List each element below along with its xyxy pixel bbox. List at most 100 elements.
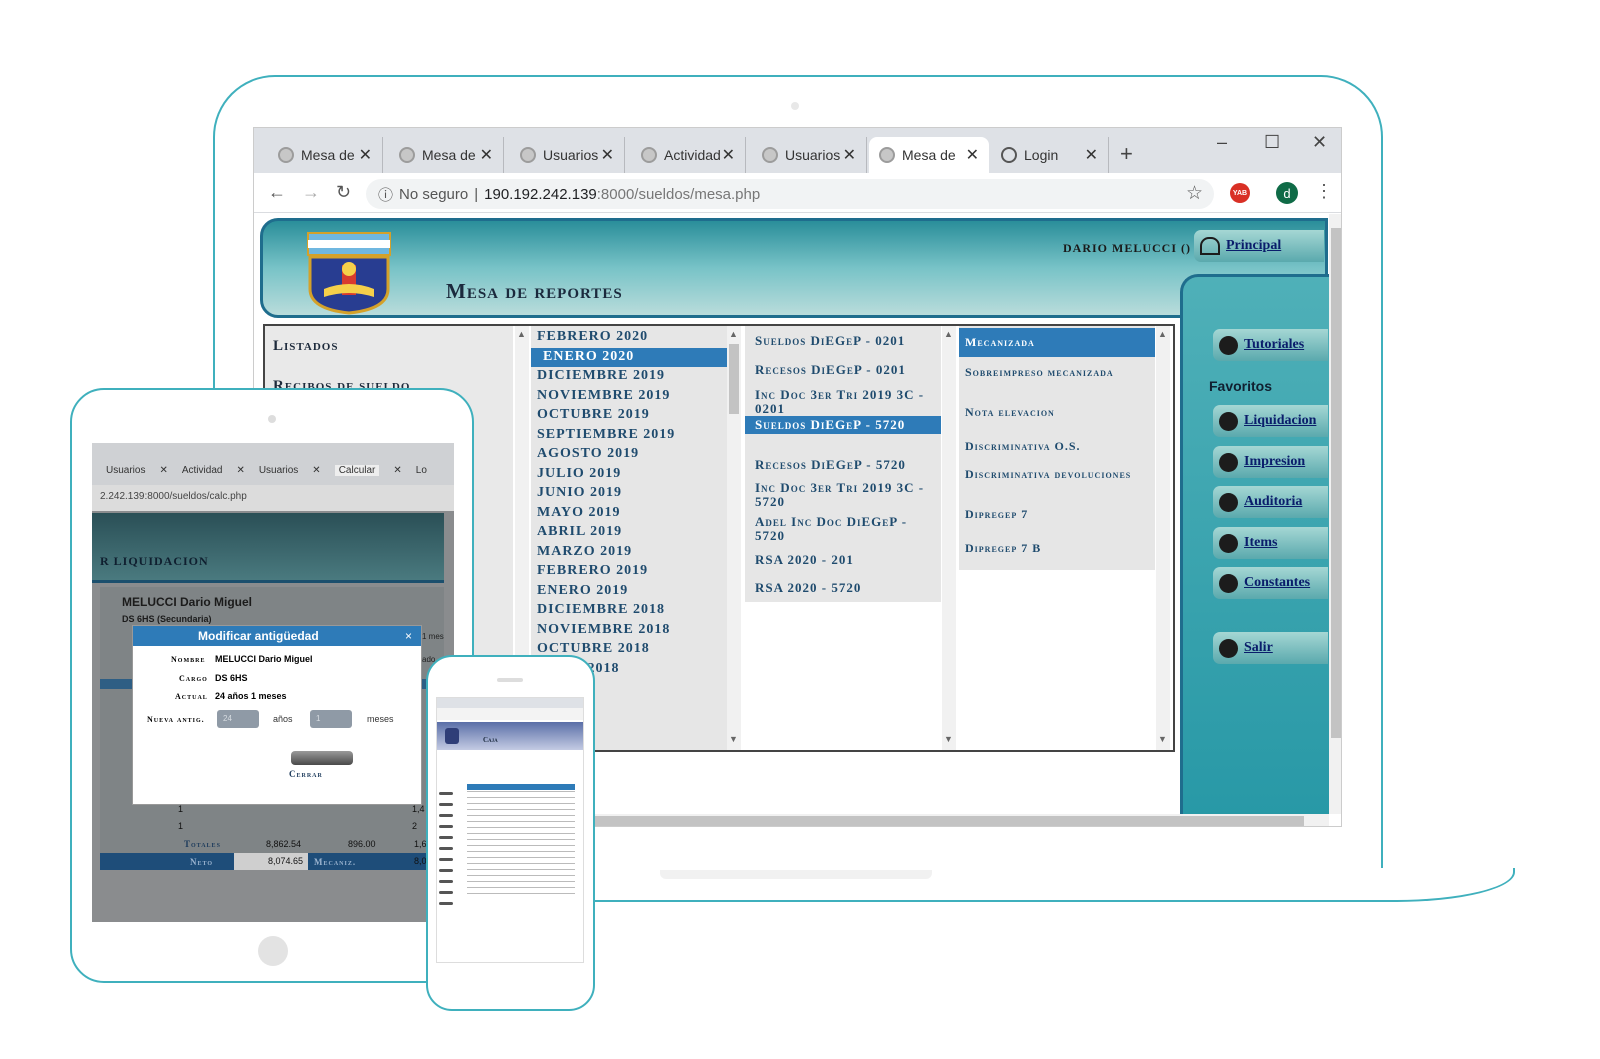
liquidacion-scrollbar[interactable]: ▲ ▼ xyxy=(942,326,956,750)
month-item[interactable]: NOVIEMBRE 2018 xyxy=(531,621,727,640)
liquidacion-item[interactable]: RSA 2020 - 201 xyxy=(745,551,941,569)
tablet-tab[interactable]: Lo xyxy=(416,465,427,476)
scroll-up-icon[interactable]: ▲ xyxy=(1158,329,1167,339)
bookmark-star-icon[interactable]: ☆ xyxy=(1186,182,1203,205)
sidebar-item-auditoria[interactable]: Auditoria xyxy=(1213,486,1328,518)
month-item[interactable]: MARZO 2019 xyxy=(531,543,727,562)
months-input[interactable]: 1 xyxy=(310,710,352,728)
minimize-icon[interactable]: – xyxy=(1217,132,1227,153)
extension-badge-icon[interactable]: YAB xyxy=(1230,183,1250,203)
close-tab-icon[interactable]: ✕ xyxy=(966,145,979,165)
tab-label: Mesa de xyxy=(902,147,956,163)
category-listados[interactable]: Listados xyxy=(273,338,513,355)
sidebar-item-salir[interactable]: Salir xyxy=(1213,632,1328,664)
scroll-down-icon[interactable]: ▼ xyxy=(944,734,953,744)
principal-button[interactable]: Principal xyxy=(1194,230,1324,262)
close-tab-icon[interactable]: ✕ xyxy=(1085,145,1098,165)
phone-side-nav xyxy=(439,784,461,905)
liquidacion-item[interactable]: Recesos DiEGeP - 0201 xyxy=(745,361,941,379)
close-dialog-button[interactable] xyxy=(291,751,353,765)
tablet-tab[interactable]: Usuarios xyxy=(106,465,145,476)
tablet-address[interactable]: 2.242.139:8000/sueldos/calc.php xyxy=(92,485,454,511)
month-item[interactable]: NOVIEMBRE 2019 xyxy=(531,387,727,406)
sidebar-item-tutoriales[interactable]: Tutoriales xyxy=(1213,329,1328,361)
back-icon[interactable]: ← xyxy=(268,182,286,203)
scroll-down-icon[interactable]: ▼ xyxy=(1158,734,1167,744)
report-scrollbar[interactable]: ▲ ▼ xyxy=(1156,326,1170,750)
close-tab-icon[interactable]: ✕ xyxy=(843,145,856,165)
browser-tab-active[interactable]: Mesa de ✕ xyxy=(869,137,989,173)
sidebar-item-impresion[interactable]: Impresion xyxy=(1213,446,1328,478)
liquidacion-item[interactable]: Inc Doc 3er Tri 2019 3C - 5720 xyxy=(745,479,941,511)
scroll-up-icon[interactable]: ▲ xyxy=(517,329,526,339)
month-item[interactable]: ABRIL 2019 xyxy=(531,523,727,542)
month-item[interactable]: AGOSTO 2019 xyxy=(531,445,727,464)
browser-tab-1[interactable]: Mesa de ✕ xyxy=(268,137,383,173)
liquidacion-item[interactable]: RSA 2020 - 5720 xyxy=(745,579,941,597)
years-input[interactable]: 24 xyxy=(217,710,259,728)
window-close-icon[interactable]: ✕ xyxy=(1312,132,1327,153)
liquidacion-item[interactable]: Sueldos DiEGeP - 5720 xyxy=(745,416,941,434)
report-item[interactable]: Sobreimpreso mecanizada xyxy=(959,364,1155,381)
report-item[interactable]: Nota elevacion xyxy=(959,404,1155,421)
dialog-close-icon[interactable]: × xyxy=(405,629,412,643)
close-tab-icon[interactable]: ✕ xyxy=(359,145,372,165)
page-vertical-scrollbar[interactable] xyxy=(1329,214,1341,814)
reload-icon[interactable]: ↻ xyxy=(336,182,351,203)
close-tab-icon[interactable]: ✕ xyxy=(601,145,614,165)
month-item[interactable]: DICIEMBRE 2019 xyxy=(531,367,727,386)
month-item[interactable]: FEBRERO 2020 xyxy=(531,328,727,347)
sidebar-item-constantes[interactable]: Constantes xyxy=(1213,567,1328,599)
month-item[interactable]: ENERO 2019 xyxy=(531,582,727,601)
sidebar-label: Liquidacion xyxy=(1244,413,1317,428)
tablet-tab-close: ✕ xyxy=(393,465,402,476)
liquidacion-item[interactable]: Recesos DiEGeP - 5720 xyxy=(745,456,941,474)
forward-icon[interactable]: → xyxy=(302,182,320,203)
month-item[interactable]: JULIO 2019 xyxy=(531,465,727,484)
month-item[interactable]: DICIEMBRE 2018 xyxy=(531,601,727,620)
tablet-tab[interactable]: Usuarios xyxy=(259,465,298,476)
report-item[interactable]: Discriminativa devoluciones xyxy=(959,466,1155,483)
month-item[interactable]: MAYO 2019 xyxy=(531,504,727,523)
nueva-label: Nueva antig. xyxy=(147,715,205,724)
month-item[interactable]: OCTUBRE 2019 xyxy=(531,406,727,425)
browser-tab-login[interactable]: Login ✕ xyxy=(991,137,1109,173)
scroll-up-icon[interactable]: ▲ xyxy=(944,329,953,339)
scroll-thumb[interactable] xyxy=(594,816,1304,826)
scroll-thumb[interactable] xyxy=(729,344,739,414)
tablet-tab[interactable]: Actividad xyxy=(182,465,223,476)
sidebar-item-items[interactable]: Items xyxy=(1213,527,1328,559)
profile-avatar[interactable]: d xyxy=(1276,182,1298,204)
omnibox[interactable]: ⓘ No seguro | 190.192.242.139:8000/sueld… xyxy=(366,179,1214,209)
close-tab-icon[interactable]: ✕ xyxy=(722,145,735,165)
browser-tab-4[interactable]: Actividad ✕ xyxy=(631,137,746,173)
month-item[interactable]: JUNIO 2019 xyxy=(531,484,727,503)
month-item[interactable]: ENERO 2020 xyxy=(531,347,727,367)
scroll-down-icon[interactable]: ▼ xyxy=(729,734,738,744)
report-item[interactable]: Dipregep 7 xyxy=(959,506,1155,523)
report-item[interactable]: Dipregep 7 B xyxy=(959,540,1155,557)
sidebar-item-liquidacion[interactable]: Liquidacion xyxy=(1213,405,1328,437)
phone-table-row xyxy=(467,827,575,828)
liquidacion-item[interactable]: Sueldos DiEGeP - 0201 xyxy=(745,332,941,350)
phone-table xyxy=(467,791,575,901)
report-item[interactable]: Mecanizada xyxy=(959,328,1155,357)
site-favicon-icon xyxy=(762,147,778,163)
menu-kebab-icon[interactable]: ⋮ xyxy=(1315,181,1333,202)
scroll-thumb[interactable] xyxy=(1331,228,1341,738)
browser-tab-5[interactable]: Usuarios ✕ xyxy=(752,137,867,173)
new-tab-icon[interactable]: + xyxy=(1120,141,1133,167)
home-icon xyxy=(1200,237,1220,255)
tablet-tab-active[interactable]: Calcular xyxy=(334,465,380,476)
browser-tab-3[interactable]: Usuarios ✕ xyxy=(510,137,625,173)
month-scrollbar[interactable]: ▲ ▼ xyxy=(727,326,741,750)
liquidacion-item[interactable]: Adel Inc Doc DiEGeP - 5720 xyxy=(745,513,941,545)
report-item[interactable]: Discriminativa O.S. xyxy=(959,438,1155,455)
liquidacion-item[interactable]: Inc Doc 3er Tri 2019 3C - 0201 xyxy=(745,386,941,418)
scroll-up-icon[interactable]: ▲ xyxy=(729,329,738,339)
month-item[interactable]: SEPTIEMBRE 2019 xyxy=(531,426,727,445)
close-tab-icon[interactable]: ✕ xyxy=(480,145,493,165)
maximize-icon[interactable]: ☐ xyxy=(1264,132,1280,153)
browser-tab-2[interactable]: Mesa de ✕ xyxy=(389,137,504,173)
month-item[interactable]: FEBRERO 2019 xyxy=(531,562,727,581)
